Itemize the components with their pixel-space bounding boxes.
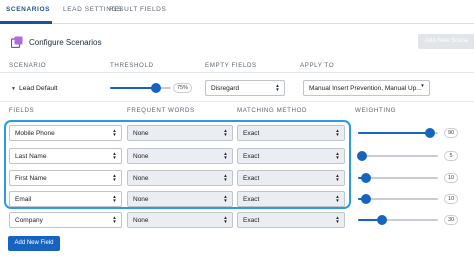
column-header-threshold: THRESHOLD [110,62,154,69]
slider-knob[interactable] [361,194,371,204]
weighting-slider[interactable] [358,193,438,205]
empty-fields-select[interactable]: Disregard ▲ ▼ [205,80,285,96]
weighting-value-badge: 10 [444,173,459,183]
add-new-field-button[interactable]: Add New Field [8,236,60,251]
slider-knob[interactable] [361,173,371,183]
slider-fill [110,87,156,89]
select-arrows-icon: ▲ ▼ [335,215,340,224]
frequent-words-value: None [133,217,149,224]
column-header-frequent-words: FREQUENT WORDS [127,107,195,114]
weighting-slider[interactable] [358,172,438,184]
slider-knob[interactable] [150,83,161,93]
divider [0,72,474,73]
tab-bar: SCENARIOS LEAD SETTINGS RESULT FIELDS [0,0,474,24]
weighting-value-badge: 10 [444,194,459,204]
column-header-empty-fields: EMPTY FIELDS [205,62,257,69]
empty-fields-value: Disregard [211,85,240,92]
weighting-value-badge: 90 [444,128,459,138]
weighting-value-badge: 30 [444,215,459,225]
weighting-slider[interactable] [357,150,438,162]
slider-knob[interactable] [377,215,387,225]
chevron-down-icon: ▼ [420,83,425,88]
threshold-slider[interactable] [110,82,171,94]
scenarios-icon [11,36,23,48]
page-title: Configure Scenarios [29,38,102,47]
weighting-slider[interactable] [358,214,438,226]
divider [0,101,474,102]
column-header-fields: FIELDS [9,107,35,114]
weighting-slider[interactable] [358,127,438,139]
active-tab-indicator [0,21,52,24]
weighting-value-badge: 5 [444,151,458,161]
slider-knob[interactable] [425,128,435,138]
field-value: Company [15,217,43,224]
field-select[interactable]: Company ▲ ▼ [9,212,122,228]
column-header-scenario: SCENARIO [9,62,47,69]
slider-knob[interactable] [357,151,367,161]
select-arrows-icon: ▲ ▼ [223,215,228,224]
frequent-words-select[interactable]: None ▲ ▼ [127,212,233,228]
apply-to-value: Manual Insert Prevention, Manual Up... [309,85,422,92]
slider-track [358,155,438,157]
select-arrows-icon: ▲ ▼ [275,83,280,92]
matching-method-select[interactable]: Exact ▲ ▼ [237,212,345,228]
slider-fill [358,132,430,134]
scenario-name: Lead Default [19,85,58,92]
chevron-down-icon[interactable]: ▼ [11,86,16,92]
apply-to-select[interactable]: Manual Insert Prevention, Manual Up... ▼ [303,80,430,96]
column-header-apply-to: APPLY TO [300,62,335,69]
highlight-outline [4,120,351,209]
column-header-weighting: WEIGHTING [355,107,397,114]
column-header-matching-method: MATCHING METHOD [237,107,308,114]
add-new-scenario-button[interactable]: Add New Scena [418,34,474,49]
matching-method-value: Exact [243,217,260,224]
tab-result-fields[interactable]: RESULT FIELDS [109,6,166,13]
select-arrows-icon: ▲ ▼ [112,215,117,224]
tab-scenarios[interactable]: SCENARIOS [6,6,50,13]
threshold-value-badge: 75% [173,83,193,93]
